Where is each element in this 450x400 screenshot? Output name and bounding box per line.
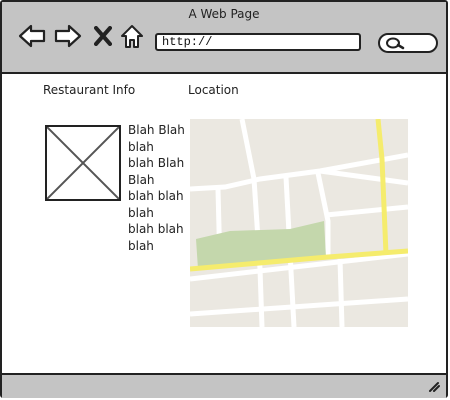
home-icon[interactable]	[120, 24, 144, 50]
close-icon[interactable]	[94, 26, 112, 46]
description-line: Blah Blah	[128, 123, 185, 137]
restaurant-info-heading: Restaurant Info	[43, 83, 136, 97]
restaurant-description: Blah Blah blah blah Blah Blah blah blah …	[128, 122, 190, 254]
forward-arrow-icon[interactable]	[54, 24, 82, 48]
description-line: blah blah	[128, 189, 184, 203]
address-bar[interactable]	[155, 33, 361, 51]
browser-window: A Web Page Restaurant Info Location	[0, 0, 448, 398]
location-heading: Location	[188, 83, 239, 97]
description-line: Blah	[128, 172, 155, 187]
description-line: blah Blah	[128, 156, 185, 170]
image-placeholder	[45, 125, 121, 201]
resize-grip-icon[interactable]	[428, 380, 440, 392]
description-line: blah	[128, 238, 154, 253]
description-line: blah	[128, 139, 154, 154]
description-line: blah	[128, 205, 154, 220]
browser-chrome: A Web Page	[2, 2, 446, 74]
status-bar	[2, 373, 446, 398]
description-line: blah blah	[128, 222, 184, 236]
back-arrow-icon[interactable]	[18, 24, 46, 48]
window-title: A Web Page	[188, 7, 260, 21]
location-map[interactable]	[190, 119, 408, 327]
image-placeholder-cross	[46, 126, 120, 200]
search-icon	[386, 37, 405, 50]
search-box[interactable]	[378, 33, 438, 53]
